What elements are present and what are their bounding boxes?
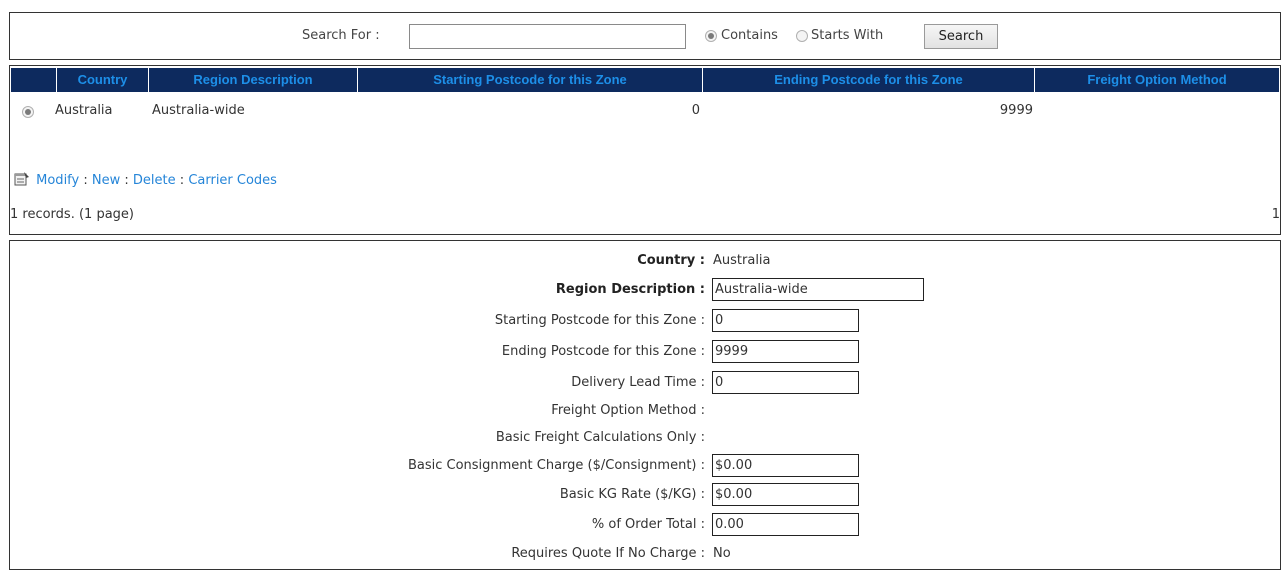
search-label: Search For : [302,28,380,43]
country-label: Country : [637,253,705,268]
new-link[interactable]: New [92,173,120,188]
action-separator: : [124,173,129,188]
starts-with-label[interactable]: Starts With [811,28,883,43]
search-input[interactable] [409,24,686,49]
row-country: Australia [55,103,113,118]
search-button[interactable]: Search [924,24,998,49]
select-column-header [11,68,57,92]
results-panel: Country Region Description Starting Post… [9,65,1281,235]
row-select-radio[interactable] [22,106,34,118]
kg-rate-label: Basic KG Rate ($/KG) : [559,487,705,502]
row-start-postcode: 0 [691,103,700,118]
row-end-postcode: 9999 [999,103,1033,118]
page-number-link[interactable]: 1 [1272,207,1280,222]
carrier-codes-link[interactable]: Carrier Codes [188,173,277,188]
grid-header: Country Region Description Starting Post… [11,68,1279,92]
column-header-end-postcode[interactable]: Ending Postcode for this Zone [703,68,1035,92]
country-value: Australia [713,253,771,268]
requires-quote-value: No [713,546,731,561]
order-total-field[interactable] [712,513,859,536]
basic-freight-calculations-label: Basic Freight Calculations Only : [495,430,705,445]
requires-quote-label: Requires Quote If No Charge : [511,546,705,561]
end-postcode-label: Ending Postcode for this Zone : [501,344,705,359]
delete-link[interactable]: Delete [133,173,176,188]
starts-with-radio[interactable] [796,30,808,42]
consignment-charge-field[interactable] [712,454,859,477]
column-header-country[interactable]: Country [57,68,149,92]
end-postcode-field[interactable] [712,340,859,363]
action-separator: : [179,173,185,188]
modify-link[interactable]: Modify [36,173,79,188]
column-header-freight-method[interactable]: Freight Option Method [1035,68,1279,92]
action-separator: : [83,173,88,188]
detail-panel: Country : Australia Region Description :… [9,240,1281,570]
delivery-lead-time-label: Delivery Lead Time : [571,375,705,390]
row-region: Australia-wide [152,103,245,118]
properties-icon[interactable] [14,171,30,190]
kg-rate-field[interactable] [712,483,859,506]
contains-radio[interactable] [705,30,717,42]
record-actions: Modify : New : Delete : Carrier Codes [14,171,277,190]
region-description-field[interactable] [712,278,924,301]
order-total-label: % of Order Total : [591,517,705,532]
contains-label[interactable]: Contains [721,28,778,43]
region-description-label: Region Description : [555,282,705,297]
search-panel: Search For : Contains Starts With Search [9,12,1281,60]
records-count: 1 records. (1 page) [10,207,134,222]
column-header-start-postcode[interactable]: Starting Postcode for this Zone [358,68,703,92]
consignment-charge-label: Basic Consignment Charge ($/Consignment)… [407,458,705,473]
start-postcode-field[interactable] [712,309,859,332]
freight-option-method-label: Freight Option Method : [551,403,705,418]
delivery-lead-time-field[interactable] [712,371,859,394]
column-header-region[interactable]: Region Description [149,68,358,92]
start-postcode-label: Starting Postcode for this Zone : [494,313,705,328]
